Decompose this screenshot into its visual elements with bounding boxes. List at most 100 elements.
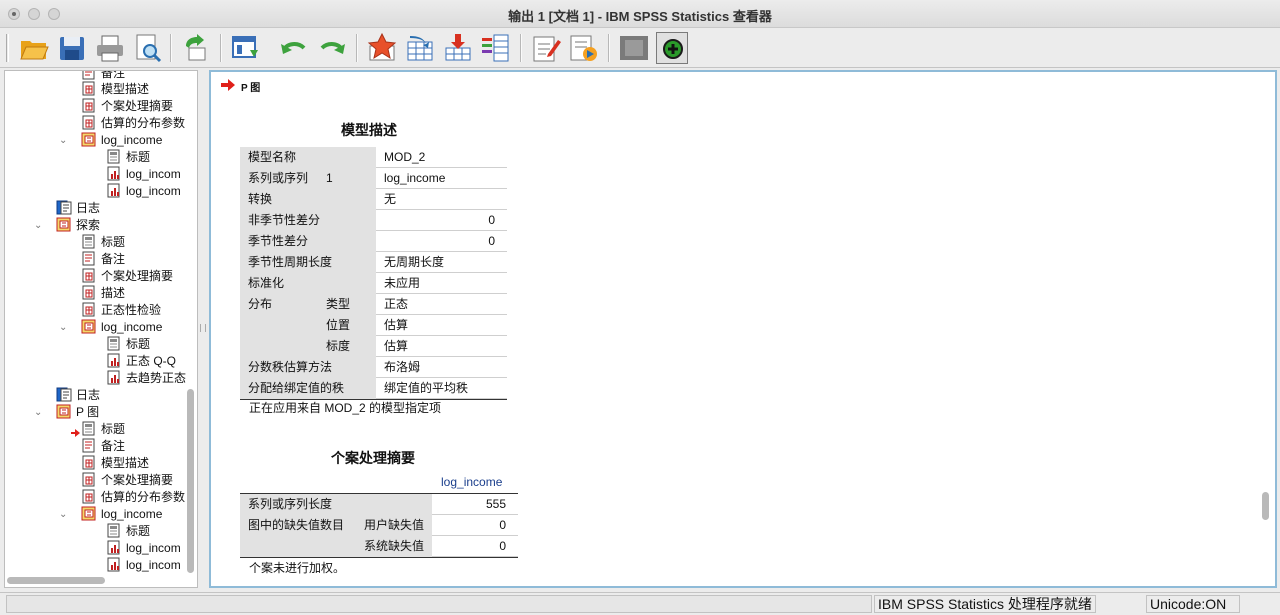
outline-item-label: 日志: [76, 388, 101, 402]
outline-item-label: 正态 Q-Q: [126, 354, 176, 368]
outline-item-label: 探索: [76, 218, 101, 232]
outline-item-label: 描述: [101, 286, 126, 300]
outline-item[interactable]: log_incom: [106, 166, 181, 183]
expand-chevron-icon[interactable]: ⌄: [59, 136, 69, 146]
outline-item-label: log_income: [101, 507, 163, 521]
outline-item[interactable]: 标题: [106, 523, 150, 540]
status-bar: IBM SPSS Statistics 处理程序就绪 Unicode:ON: [0, 592, 1280, 615]
outline-item[interactable]: 个案处理摘要: [81, 98, 173, 115]
current-item-marker-icon: [71, 426, 80, 440]
status-encoding: Unicode:ON: [1146, 595, 1240, 613]
toolbar-separator: [220, 34, 222, 62]
row-sublabel: [310, 252, 376, 273]
recall-dialog-icon[interactable]: [230, 32, 262, 64]
outline-item[interactable]: 估算的分布参数: [81, 115, 185, 132]
redo-icon[interactable]: [316, 32, 348, 64]
row-sublabel: 标度: [310, 336, 376, 357]
table-icon: [81, 98, 97, 113]
goto-case-icon[interactable]: [404, 32, 436, 64]
outline-item[interactable]: log_income: [81, 319, 162, 336]
table-icon: [81, 81, 97, 96]
table-icon: [81, 268, 97, 283]
outline-item[interactable]: 备注: [81, 438, 125, 455]
pane-splitter[interactable]: [199, 70, 207, 588]
outline-item[interactable]: 描述: [81, 285, 125, 302]
book-icon: [81, 506, 97, 521]
row-sublabel: 位置: [310, 315, 376, 336]
expand-chevron-icon[interactable]: ⌄: [34, 408, 44, 418]
outline-horizontal-scrollbar[interactable]: [7, 577, 105, 584]
outline-item[interactable]: 正态 Q-Q: [106, 353, 176, 370]
content-scroll-thumb[interactable]: [1262, 492, 1269, 520]
outline-item[interactable]: 备注: [81, 251, 125, 268]
row-sublabel: 类型: [310, 294, 376, 315]
insert-heading-icon[interactable]: [530, 32, 562, 64]
current-item-arrow-icon: [221, 79, 235, 94]
outline-item[interactable]: 探索: [56, 217, 100, 234]
outline-pane[interactable]: 备注 模型描述 个案处理摘要 估算的分布参数 ⌄ log_income 标题 log_inco…: [4, 70, 198, 588]
undo-icon[interactable]: [278, 32, 310, 64]
row-sublabel: [310, 147, 376, 168]
export-icon[interactable]: [180, 32, 212, 64]
save-icon[interactable]: [56, 32, 88, 64]
outline-item[interactable]: 正态性检验: [81, 302, 161, 319]
outline-item[interactable]: 日志: [56, 200, 100, 217]
variables-icon[interactable]: [480, 32, 512, 64]
expand-chevron-icon[interactable]: ⌄: [34, 221, 44, 231]
add-icon[interactable]: [656, 32, 688, 64]
outline-item[interactable]: P 图: [56, 404, 99, 421]
row-value: 0: [376, 231, 507, 252]
outline-scroll-thumb[interactable]: [187, 389, 194, 573]
expand-chevron-icon[interactable]: ⌄: [59, 510, 69, 520]
goto-data-icon[interactable]: [366, 32, 398, 64]
goto-variable-icon[interactable]: [442, 32, 474, 64]
title-bar: 输出 1 [文档 1] - IBM SPSS Statistics 查看器: [0, 0, 1280, 28]
log-icon: [56, 200, 72, 215]
toolbar-separator: [356, 34, 358, 62]
outline-item-label: log_income: [101, 133, 163, 147]
chart-icon: [106, 540, 122, 555]
status-progress-area: [6, 595, 872, 613]
outline-item[interactable]: 估算的分布参数: [81, 489, 185, 506]
print-icon[interactable]: [94, 32, 126, 64]
outline-item[interactable]: log_incom: [106, 557, 181, 574]
outline-item[interactable]: 模型描述: [81, 455, 149, 472]
outline-item-label: 模型描述: [101, 456, 150, 470]
outline-item[interactable]: 个案处理摘要: [81, 268, 173, 285]
outline-item[interactable]: log_incom: [106, 183, 181, 200]
outline-item-label: 标题: [101, 235, 126, 249]
outline-item-label: 个案处理摘要: [101, 269, 174, 283]
case-summary-column-header: log_income: [441, 475, 503, 489]
outline-item-label: 标题: [126, 337, 151, 351]
toolbar-separator: [170, 34, 172, 62]
outline-item[interactable]: 标题: [106, 149, 150, 166]
insert-title-icon[interactable]: [568, 32, 600, 64]
outline-item[interactable]: 个案处理摘要: [81, 472, 173, 489]
expand-chevron-icon[interactable]: ⌄: [59, 323, 69, 333]
row-value: 0: [432, 536, 518, 557]
outline-item[interactable]: 标题: [106, 336, 150, 353]
designate-window-icon[interactable]: [618, 32, 650, 64]
print-preview-icon[interactable]: [132, 32, 164, 64]
table-icon: [81, 455, 97, 470]
outline-item[interactable]: log_income: [81, 506, 162, 523]
outline-item-label: log_income: [101, 320, 163, 334]
outline-item[interactable]: 日志: [56, 387, 100, 404]
outline-item[interactable]: log_income: [81, 132, 162, 149]
outline-item-label: log_incom: [126, 184, 181, 198]
row-sublabel: 1: [310, 168, 376, 189]
outline-item-label: 去趋势正态: [126, 371, 187, 385]
outline-item[interactable]: 模型描述: [81, 81, 149, 98]
row-sublabel: [310, 231, 376, 252]
row-value: log_income: [376, 168, 507, 189]
outline-item[interactable]: log_incom: [106, 540, 181, 557]
open-icon[interactable]: [18, 32, 50, 64]
toolbar-grip: [6, 34, 9, 62]
outline-item[interactable]: 标题: [81, 234, 125, 251]
output-content-pane[interactable]: P 图 模型描述 模型名称 MOD_2 系列或序列 1 log_income 转换无非季节…: [209, 70, 1277, 588]
outline-vertical-scrollbar[interactable]: [187, 73, 194, 583]
outline-item[interactable]: 标题: [81, 421, 125, 438]
outline-item-label: 模型描述: [101, 82, 150, 96]
title-icon: [106, 523, 122, 538]
outline-item[interactable]: 去趋势正态: [106, 370, 186, 387]
